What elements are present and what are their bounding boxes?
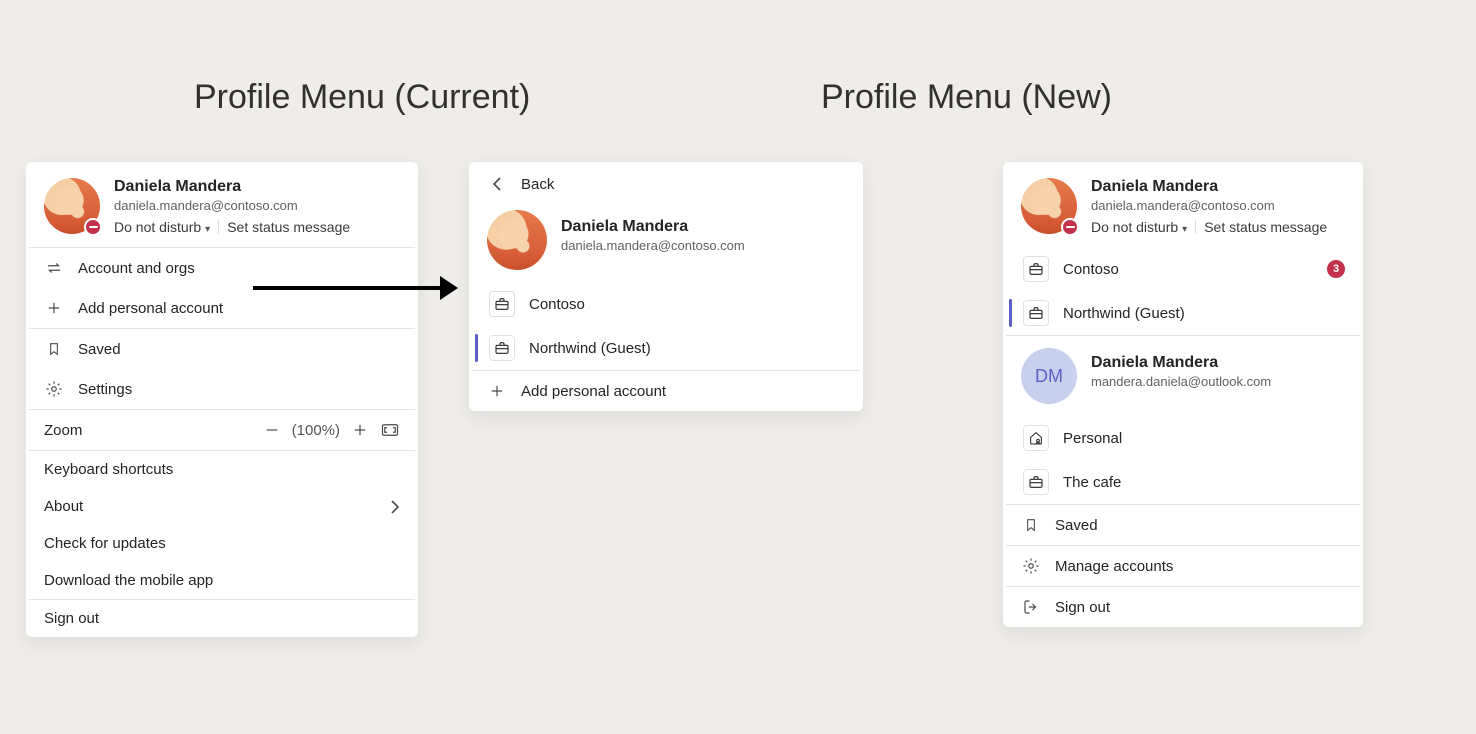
org-northwind[interactable]: Northwind (Guest) [1003, 291, 1363, 335]
zoom-label: Zoom [44, 422, 252, 439]
avatar[interactable] [487, 210, 547, 270]
download-mobile-app[interactable]: Download the mobile app [26, 562, 418, 599]
tenant-cafe[interactable]: The cafe [1003, 460, 1363, 504]
avatar[interactable] [1021, 178, 1077, 234]
presence-dnd-icon [1061, 218, 1079, 236]
plus-icon [487, 381, 507, 401]
org-contoso[interactable]: Contoso [469, 282, 863, 326]
manage-accounts[interactable]: Manage accounts [1003, 546, 1363, 586]
sign-out[interactable]: Sign out [26, 600, 418, 637]
user-name: Daniela Mandera [561, 218, 745, 236]
user-email: daniela.mandera@contoso.com [1091, 198, 1327, 213]
menu-label: Check for updates [44, 535, 400, 552]
plus-icon [44, 298, 64, 318]
new-menu-card: Daniela Mandera daniela.mandera@contoso.… [1003, 162, 1363, 627]
status-dropdown[interactable]: Do not disturb▾ [114, 219, 210, 235]
sign-out-icon [1021, 597, 1041, 617]
menu-label: Add personal account [78, 300, 400, 317]
add-personal-account[interactable]: Add personal account [469, 371, 863, 411]
briefcase-icon [489, 291, 515, 317]
menu-label: Add personal account [521, 383, 845, 400]
menu-label: Download the mobile app [44, 572, 400, 589]
briefcase-icon [489, 335, 515, 361]
zoom-row: Zoom (100%) [26, 410, 418, 450]
bookmark-icon [44, 339, 64, 359]
arrow-illustration [253, 276, 458, 300]
fullscreen-icon[interactable] [380, 420, 400, 440]
org-contoso[interactable]: Contoso 3 [1003, 247, 1363, 291]
zoom-in-button[interactable] [350, 420, 370, 440]
tenant-label: Personal [1063, 430, 1345, 447]
org-label: Northwind (Guest) [1063, 305, 1345, 322]
notification-badge: 3 [1327, 260, 1345, 278]
org-label: Northwind (Guest) [529, 340, 845, 357]
gear-icon [44, 379, 64, 399]
org-label: Contoso [529, 296, 845, 313]
profile-header: Daniela Mandera daniela.mandera@contoso.… [1003, 162, 1363, 247]
menu-label: Saved [1055, 517, 1345, 534]
user-email: mandera.daniela@outlook.com [1091, 374, 1271, 389]
saved[interactable]: Saved [26, 329, 418, 369]
menu-label: Manage accounts [1055, 558, 1345, 575]
chevron-down-icon: ▾ [1182, 224, 1187, 235]
title-new: Profile Menu (New) [821, 78, 1112, 117]
back-label: Back [521, 176, 845, 193]
chevron-down-icon: ▾ [205, 224, 210, 235]
tenant-label: The cafe [1063, 474, 1345, 491]
org-northwind[interactable]: Northwind (Guest) [469, 326, 863, 370]
set-status-link[interactable]: Set status message [227, 219, 350, 235]
menu-label: Sign out [44, 610, 400, 627]
briefcase-icon [1023, 300, 1049, 326]
settings[interactable]: Settings [26, 369, 418, 409]
briefcase-icon [1023, 256, 1049, 282]
check-updates[interactable]: Check for updates [26, 525, 418, 562]
personal-tenant[interactable]: Personal [1003, 416, 1363, 460]
user-email: daniela.mandera@contoso.com [114, 198, 350, 213]
menu-label: About [44, 498, 376, 515]
set-status-link[interactable]: Set status message [1204, 219, 1327, 235]
user-email: daniela.mandera@contoso.com [561, 238, 745, 253]
avatar-initials[interactable]: DM [1021, 348, 1077, 404]
about[interactable]: About [26, 488, 418, 525]
user-name: Daniela Mandera [1091, 354, 1271, 372]
title-current: Profile Menu (Current) [194, 78, 530, 117]
secondary-profile-header: DM Daniela Mandera mandera.daniela@outlo… [1003, 336, 1363, 416]
back-button[interactable]: Back [469, 162, 863, 204]
orgs-panel-card: Back Daniela Mandera daniela.mandera@con… [469, 162, 863, 411]
sign-out[interactable]: Sign out [1003, 587, 1363, 627]
zoom-value: (100%) [292, 422, 340, 439]
bookmark-icon [1021, 515, 1041, 535]
swap-arrows-icon [44, 258, 64, 278]
menu-label: Sign out [1055, 599, 1345, 616]
menu-label: Account and orgs [78, 260, 400, 277]
org-label: Contoso [1063, 261, 1313, 278]
current-menu-card: Daniela Mandera daniela.mandera@contoso.… [26, 162, 418, 637]
presence-dnd-icon [84, 218, 102, 236]
saved[interactable]: Saved [1003, 505, 1363, 545]
chevron-left-icon [487, 174, 507, 194]
gear-icon [1021, 556, 1041, 576]
keyboard-shortcuts[interactable]: Keyboard shortcuts [26, 451, 418, 488]
profile-header: Daniela Mandera daniela.mandera@contoso.… [26, 162, 418, 247]
profile-header: Daniela Mandera daniela.mandera@contoso.… [469, 204, 863, 282]
chevron-right-icon [390, 499, 400, 515]
menu-label: Keyboard shortcuts [44, 461, 400, 478]
menu-label: Settings [78, 381, 400, 398]
user-name: Daniela Mandera [1091, 178, 1327, 196]
zoom-out-button[interactable] [262, 420, 282, 440]
user-name: Daniela Mandera [114, 178, 350, 196]
menu-label: Saved [78, 341, 400, 358]
status-dropdown[interactable]: Do not disturb▾ [1091, 219, 1187, 235]
avatar[interactable] [44, 178, 100, 234]
briefcase-icon [1023, 469, 1049, 495]
home-person-icon [1023, 425, 1049, 451]
